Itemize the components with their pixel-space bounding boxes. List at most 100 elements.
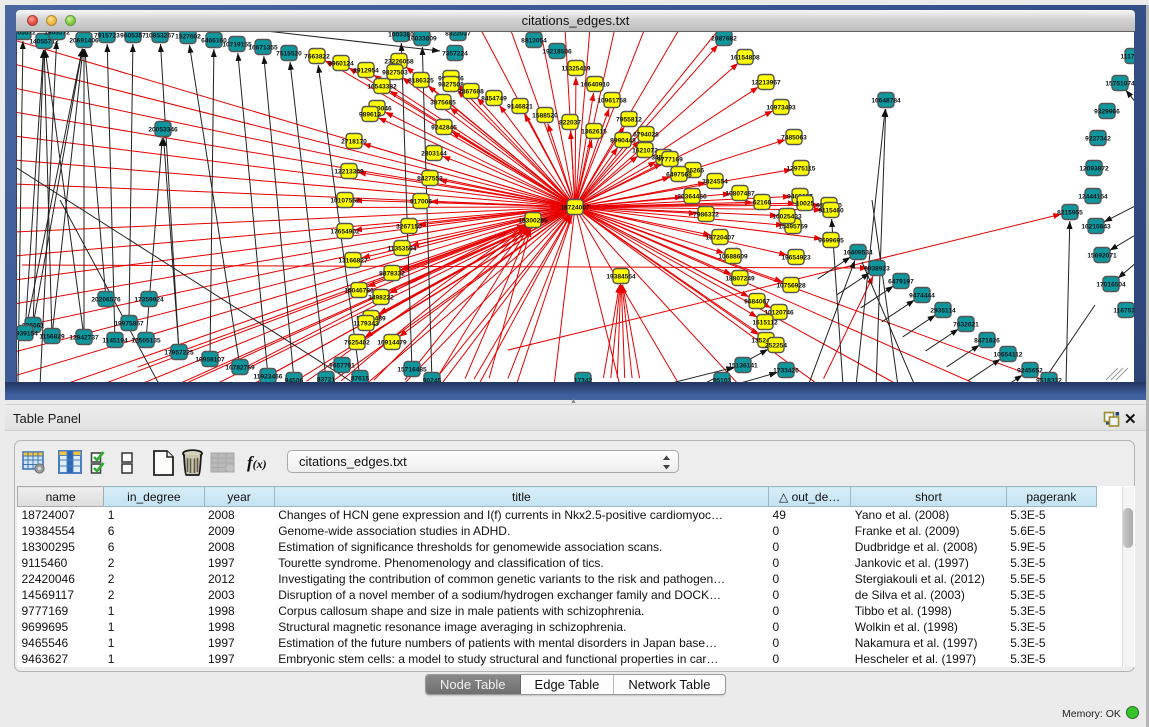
svg-text:16671355: 16671355 (248, 44, 278, 51)
svg-text:12942737: 12942737 (69, 334, 99, 341)
svg-text:18724007: 18724007 (560, 204, 590, 211)
svg-text:989612: 989612 (359, 111, 381, 118)
svg-text:18300295: 18300295 (518, 217, 548, 224)
svg-text:7915723: 7915723 (94, 32, 120, 39)
svg-text:15692071: 15692071 (1087, 252, 1117, 259)
svg-text:1939154: 1939154 (17, 330, 38, 337)
svg-text:15136141: 15136141 (728, 362, 758, 369)
svg-text:2935114: 2935114 (930, 307, 956, 314)
svg-text:12213369: 12213369 (334, 168, 364, 175)
svg-text:8938923: 8938923 (864, 265, 890, 272)
svg-text:15495759: 15495759 (778, 223, 808, 230)
svg-text:9245652: 9245652 (1017, 367, 1043, 374)
svg-text:7485063: 7485063 (781, 134, 807, 141)
svg-text:9827508: 9827508 (438, 81, 464, 88)
svg-text:17957225: 17957225 (164, 349, 194, 356)
svg-text:16033809: 16033809 (407, 35, 437, 42)
svg-text:8813054: 8813054 (521, 37, 547, 44)
svg-text:2718170: 2718170 (341, 138, 367, 145)
svg-text:8322037: 8322037 (445, 32, 471, 37)
svg-text:10756928: 10756928 (776, 282, 806, 289)
svg-text:16154808: 16154808 (730, 54, 760, 61)
svg-text:252254: 252254 (765, 342, 787, 349)
svg-text:7955812: 7955812 (616, 116, 642, 123)
svg-text:1805572: 1805572 (17, 32, 36, 36)
svg-text:9605357: 9605357 (120, 32, 146, 39)
svg-text:917006: 917006 (410, 198, 432, 205)
svg-text:12444154: 12444154 (1078, 193, 1108, 200)
svg-text:6794028: 6794028 (633, 131, 659, 138)
svg-text:12213967: 12213967 (751, 79, 781, 86)
svg-text:10853267: 10853267 (145, 32, 175, 39)
svg-text:10958107: 10958107 (195, 356, 225, 363)
svg-text:10961758: 10961758 (597, 97, 627, 104)
svg-text:8215955: 8215955 (1057, 209, 1083, 216)
svg-text:16640910: 16640910 (580, 81, 610, 88)
svg-text:9684067: 9684067 (744, 298, 770, 305)
svg-text:7357224: 7357224 (442, 50, 468, 57)
svg-text:7663822: 7663822 (304, 53, 330, 60)
svg-text:17016504: 17016504 (1096, 281, 1126, 288)
svg-text:1156829: 1156829 (39, 333, 65, 340)
svg-text:9827503: 9827503 (382, 69, 408, 76)
svg-text:9657791: 9657791 (329, 362, 355, 369)
svg-text:10025: 10025 (796, 200, 815, 207)
svg-text:1167533: 1167533 (1113, 307, 1134, 314)
svg-text:16782759: 16782759 (225, 364, 255, 371)
svg-text:11923466: 11923466 (254, 373, 283, 380)
svg-text:1179343: 1179343 (353, 320, 379, 327)
svg-text:9699695: 9699695 (818, 237, 844, 244)
svg-text:7986372: 7986372 (693, 211, 719, 218)
svg-text:16409534: 16409534 (843, 249, 873, 256)
svg-text:10973493: 10973493 (766, 104, 796, 111)
svg-text:2867608: 2867608 (458, 88, 484, 95)
svg-text:1733426: 1733426 (773, 367, 799, 374)
svg-text:8427552: 8427552 (417, 175, 443, 182)
svg-text:8471626: 8471626 (974, 337, 1000, 344)
svg-text:15720407: 15720407 (705, 234, 735, 241)
svg-text:19384554: 19384554 (606, 273, 636, 280)
svg-text:6479197: 6479197 (888, 278, 914, 285)
svg-text:1588520: 1588520 (532, 112, 558, 119)
svg-text:3498222: 3498222 (368, 294, 394, 301)
svg-text:16543382: 16543382 (367, 83, 397, 90)
svg-text:16914479: 16914479 (377, 339, 407, 346)
svg-text:12093872: 12093872 (1079, 165, 1109, 172)
svg-text:1145194: 1145194 (102, 337, 128, 344)
svg-text:16210643: 16210643 (1081, 223, 1111, 230)
svg-text:11325419: 11325419 (562, 65, 591, 72)
svg-text:1117253: 1117253 (1121, 53, 1134, 60)
svg-text:10688609: 10688609 (718, 253, 748, 260)
svg-text:20206576: 20206576 (91, 296, 121, 303)
svg-text:6497568: 6497568 (666, 171, 692, 178)
svg-text:1615112: 1615112 (752, 319, 778, 326)
svg-text:12975115: 12975115 (787, 165, 816, 172)
svg-text:7515520: 7515520 (276, 50, 302, 57)
svg-text:19975867: 19975867 (114, 320, 144, 327)
svg-text:9146821: 9146821 (507, 103, 533, 110)
svg-text:20053346: 20053346 (148, 126, 178, 133)
svg-text:2803144: 2803144 (421, 150, 447, 157)
svg-text:8454749: 8454749 (481, 95, 507, 102)
svg-text:9242845: 9242845 (431, 124, 457, 131)
svg-text:7632621: 7632621 (953, 321, 979, 328)
svg-text:10654112: 10654112 (994, 351, 1023, 358)
svg-text:8912954: 8912954 (353, 67, 379, 74)
svg-text:1527602: 1527602 (175, 33, 201, 40)
svg-text:9115460: 9115460 (818, 207, 844, 214)
svg-text:1905572: 1905572 (44, 32, 70, 36)
svg-text:13166827: 13166827 (338, 257, 368, 264)
svg-text:17654902: 17654902 (330, 228, 360, 235)
svg-text:18807249: 18807249 (725, 275, 755, 282)
svg-text:9777169: 9777169 (657, 156, 683, 163)
svg-text:2087682: 2087682 (711, 35, 737, 42)
svg-text:8186325: 8186325 (408, 77, 434, 84)
svg-text:9227342: 9227342 (1085, 135, 1111, 142)
svg-text:1362615: 1362615 (581, 128, 607, 135)
svg-text:8878332: 8878332 (379, 270, 405, 277)
svg-text:62160: 62160 (753, 199, 772, 206)
svg-text:19654923: 19654923 (781, 254, 811, 261)
svg-text:8990448: 8990448 (610, 137, 636, 144)
svg-text:87615: 87615 (351, 375, 370, 382)
svg-text:3875685: 3875685 (430, 99, 456, 106)
